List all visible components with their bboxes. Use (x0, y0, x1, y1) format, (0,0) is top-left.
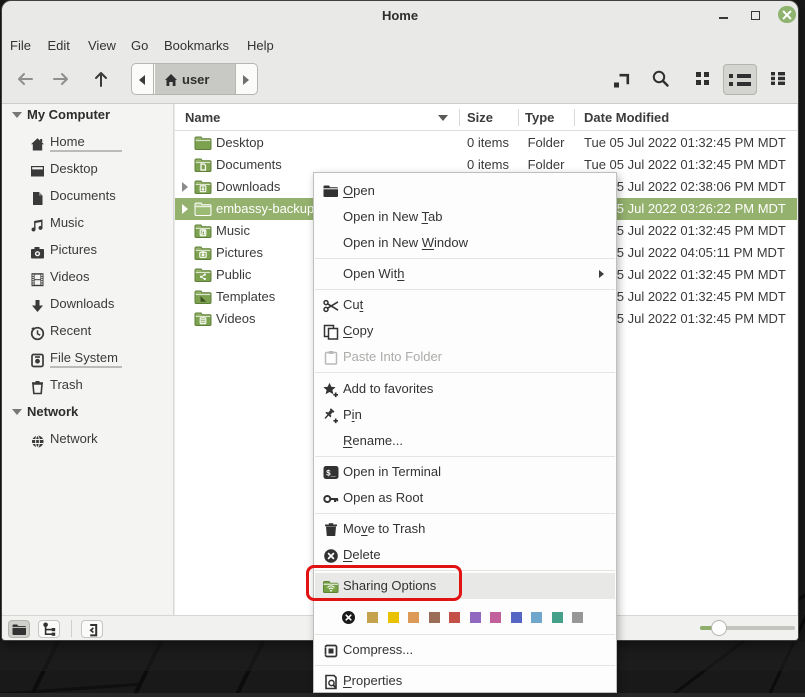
svg-text:$_: $_ (326, 469, 336, 478)
